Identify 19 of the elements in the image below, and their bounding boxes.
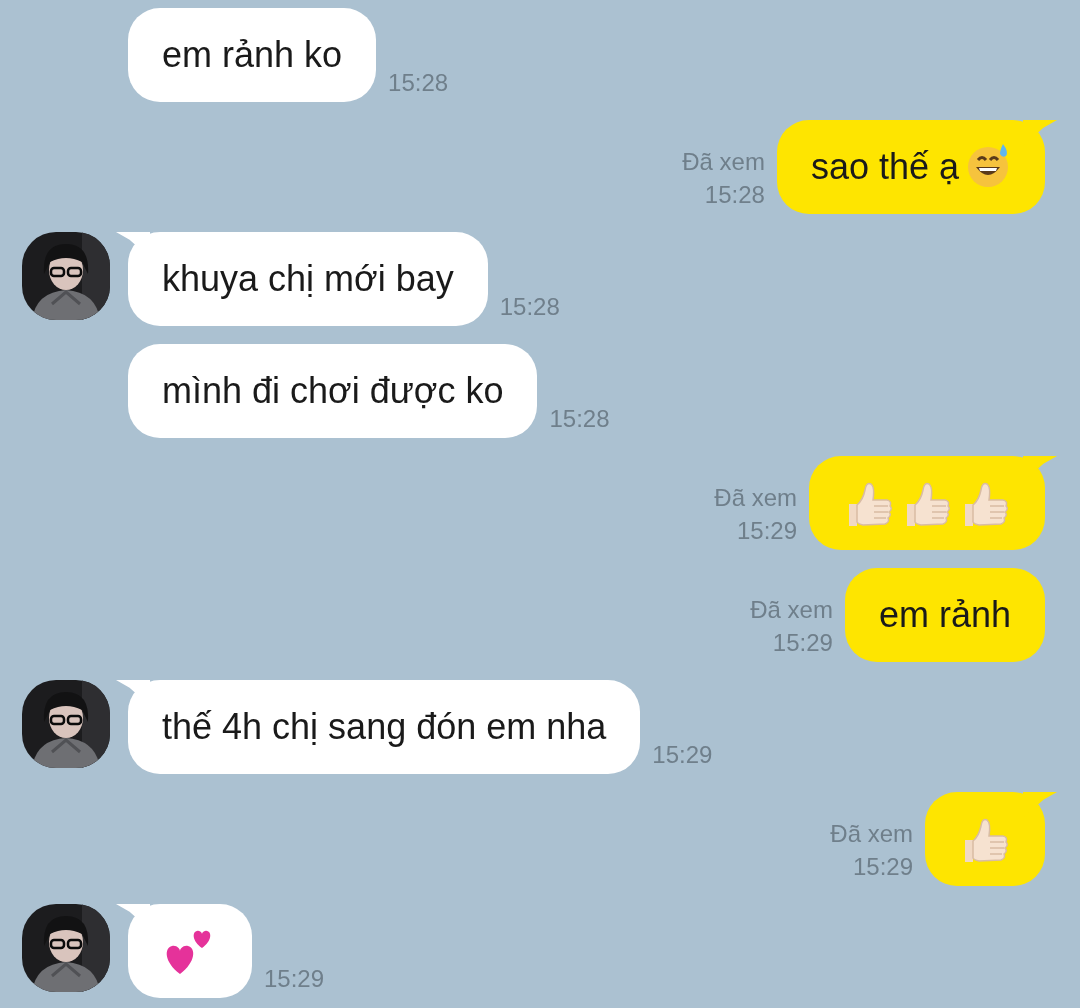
message-text: em rảnh <box>878 593 1011 637</box>
message-time: 15:29 <box>771 628 833 659</box>
message-text: khuya chị mới bay <box>162 257 454 301</box>
message-time: 15:28 <box>703 180 765 211</box>
message-time: 15:29 <box>735 516 797 547</box>
message-text: mình đi chơi được ko <box>162 369 504 413</box>
message-text: em rảnh ko <box>162 33 343 77</box>
message-time: 15:29 <box>264 964 325 995</box>
read-receipt: Đã xem <box>714 482 797 513</box>
message-time: 15:28 <box>499 292 560 323</box>
message-text: sao thế ạ <box>810 145 959 189</box>
message-time: 15:29 <box>851 852 913 883</box>
read-receipt: Đã xem <box>682 146 765 177</box>
message-text: thế 4h chị sang đón em nha <box>162 705 607 749</box>
read-receipt: Đã xem <box>830 818 913 849</box>
message-time: 15:29 <box>652 740 713 771</box>
message-time: 15:28 <box>388 68 449 99</box>
message-time: 15:28 <box>549 404 610 435</box>
read-receipt: Đã xem <box>750 594 833 625</box>
